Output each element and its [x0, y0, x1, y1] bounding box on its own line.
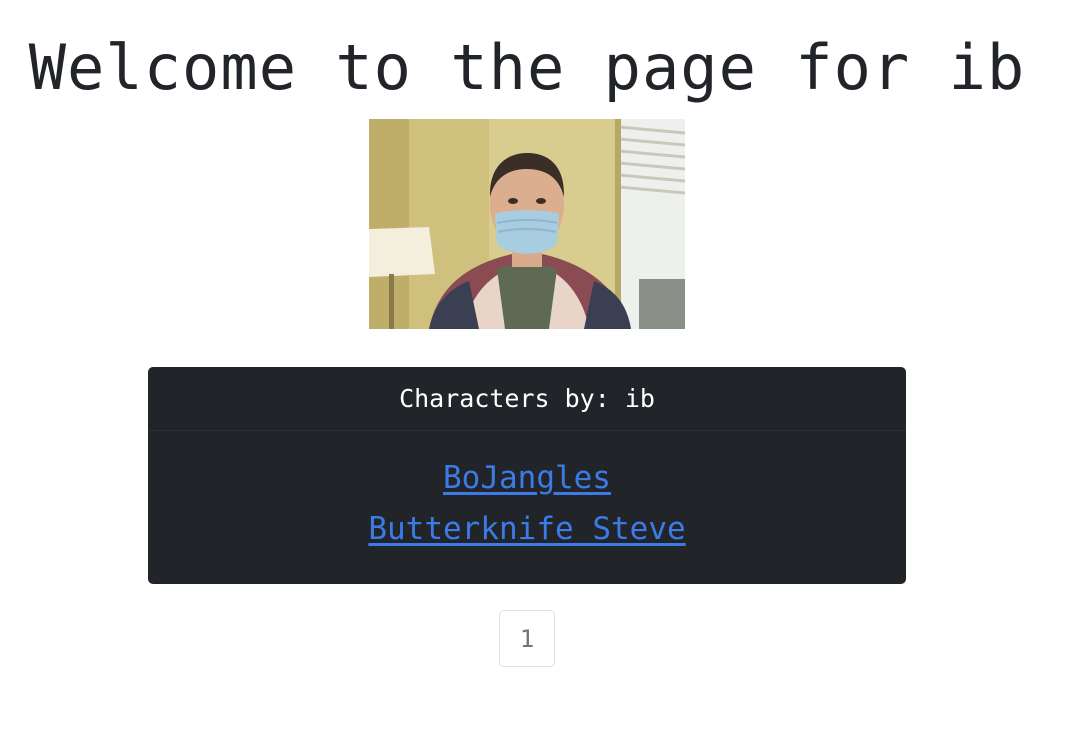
profile-photo-image [369, 119, 685, 329]
page-title: Welcome to the page for ib [28, 31, 1026, 104]
characters-card: Characters by: ib BoJangles Butterknife … [148, 367, 906, 584]
card-body: BoJangles Butterknife Steve [148, 431, 906, 555]
card-header: Characters by: ib [148, 367, 906, 431]
character-link-butterknife-steve[interactable]: Butterknife Steve [148, 504, 906, 555]
character-link-bojangles[interactable]: BoJangles [148, 453, 906, 504]
profile-photo [369, 119, 685, 329]
pagination-page-button[interactable]: 1 [499, 610, 555, 667]
